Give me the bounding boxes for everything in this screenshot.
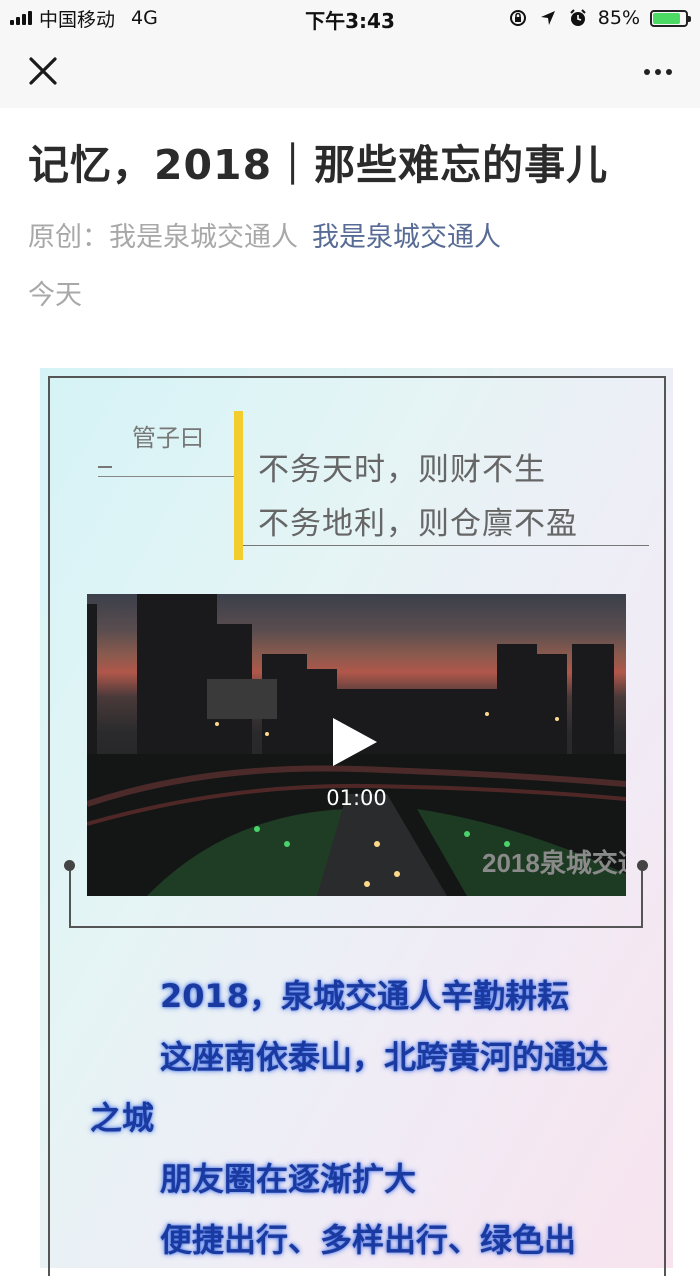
play-icon[interactable] <box>333 718 377 766</box>
battery-percent: 85% <box>597 7 640 29</box>
author-name: 我是泉城交通人 <box>109 222 298 253</box>
battery-icon <box>650 9 691 27</box>
article-meta: 原创：我是泉城交通人 我是泉城交通人 <box>28 218 501 258</box>
original-label: 原创： <box>28 222 109 253</box>
alarm-icon <box>568 8 588 28</box>
video-duration: 01:00 <box>326 786 387 810</box>
quote-dash <box>98 466 112 468</box>
location-icon <box>538 8 558 28</box>
body-paragraph-2: 这座南依泰山，北跨黄河的通达之城 <box>90 1038 609 1137</box>
quote-line-2: 不务地利，则仓廪不盈 <box>258 506 578 542</box>
nav-bar <box>0 36 700 108</box>
rotation-lock-icon <box>508 8 528 28</box>
account-link[interactable]: 我是泉城交通人 <box>312 222 501 253</box>
bracket-dot-right <box>637 860 648 871</box>
publish-date: 今天 <box>28 280 82 311</box>
quote-author-underline <box>98 476 235 477</box>
body-paragraph-4: 便捷出行、多样出行、绿色出 <box>160 1221 577 1259</box>
close-button[interactable] <box>22 50 66 94</box>
bracket-dot-left <box>64 860 75 871</box>
quote-rule <box>243 545 649 546</box>
close-icon <box>29 57 57 85</box>
article-body: 2018，泉城交通人辛勤耕耘 这座南依泰山，北跨黄河的通达之城 朋友圈在逐渐扩大… <box>90 966 630 1271</box>
body-paragraph-1: 2018，泉城交通人辛勤耕耘 <box>160 977 570 1015</box>
quote-author: 管子曰 <box>132 424 204 452</box>
battery-fill <box>653 12 681 24</box>
more-icon <box>644 69 650 75</box>
video-bracket <box>69 866 643 928</box>
body-paragraph-3: 朋友圈在逐渐扩大 <box>160 1160 417 1198</box>
status-bar: 中国移动 4G 下午3:43 85% <box>0 0 700 36</box>
more-button[interactable] <box>636 50 680 94</box>
quote-line-1: 不务天时，则财不生 <box>258 452 546 488</box>
video-player[interactable]: 2018泉城交通 01:00 <box>87 594 626 896</box>
status-right: 85% <box>508 6 691 30</box>
article-title: 记忆，2018｜那些难忘的事儿 <box>28 141 609 189</box>
quote-accent-bar <box>234 411 243 560</box>
